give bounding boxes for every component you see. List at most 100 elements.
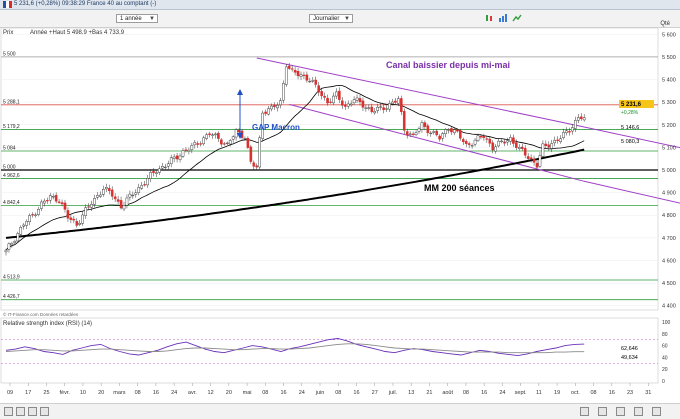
candle bbox=[131, 194, 135, 197]
candle bbox=[48, 195, 52, 201]
scroll-left-icon[interactable] bbox=[28, 407, 37, 416]
candle bbox=[264, 111, 267, 114]
candle bbox=[568, 131, 571, 133]
candle bbox=[479, 135, 483, 138]
candle bbox=[84, 207, 87, 216]
ticker-line: 5 231,6 (+0,28%) 09:38:29 France 40 au c… bbox=[14, 1, 157, 7]
candle bbox=[512, 137, 515, 144]
x-tick-label: 16 bbox=[609, 390, 615, 396]
bar-chart-icon[interactable] bbox=[498, 13, 508, 23]
fibonacci-icon[interactable] bbox=[616, 407, 625, 416]
candle bbox=[461, 139, 465, 143]
candle bbox=[122, 205, 126, 210]
scroll-right-icon[interactable] bbox=[40, 407, 49, 416]
y-tick-label: 4 500 bbox=[662, 281, 676, 287]
zoom-in-icon[interactable] bbox=[16, 407, 25, 416]
rsi-value-label: 62,646 bbox=[621, 346, 638, 352]
candle bbox=[158, 168, 161, 173]
x-tick-label: 08 bbox=[335, 390, 341, 396]
candle bbox=[373, 111, 377, 114]
chart-area[interactable]: Prix Année +Haut 5 498,9 +Bas 4 733,9 © … bbox=[0, 28, 680, 403]
candle bbox=[46, 200, 49, 202]
x-tick-label: 21 bbox=[426, 390, 432, 396]
candle bbox=[532, 158, 536, 163]
candle bbox=[456, 129, 459, 132]
candle bbox=[405, 131, 409, 136]
candle bbox=[4, 249, 8, 253]
candle bbox=[78, 223, 82, 225]
candle bbox=[51, 196, 55, 198]
candle bbox=[349, 103, 353, 106]
candle bbox=[402, 111, 406, 131]
y-tick-label: 4 800 bbox=[662, 213, 676, 219]
candle bbox=[473, 139, 477, 145]
candle bbox=[343, 104, 347, 107]
level-label: 4 842,4 bbox=[3, 200, 20, 206]
candle bbox=[326, 97, 329, 104]
x-tick-label: 20 bbox=[98, 390, 104, 396]
candle bbox=[311, 80, 315, 82]
candle bbox=[211, 134, 214, 136]
text-tool-icon[interactable] bbox=[598, 407, 607, 416]
draw-line-icon[interactable] bbox=[580, 407, 589, 416]
rsi-y-tick-label: 40 bbox=[662, 355, 668, 361]
candle bbox=[411, 133, 415, 135]
candle bbox=[382, 107, 385, 110]
x-tick-label: 10 bbox=[80, 390, 86, 396]
candle bbox=[464, 140, 468, 144]
x-tick-label: 16 bbox=[353, 390, 359, 396]
candle bbox=[538, 155, 542, 167]
candle bbox=[190, 145, 194, 150]
zoom-out-icon[interactable] bbox=[4, 407, 13, 416]
x-tick-label: mars bbox=[113, 390, 125, 396]
x-tick-label: févr. bbox=[60, 390, 71, 396]
candle bbox=[338, 90, 341, 100]
copyright-text: © IT-Finance.com Données retardées bbox=[3, 311, 79, 317]
candle bbox=[417, 128, 421, 132]
candle bbox=[329, 101, 332, 103]
x-tick-label: 08 bbox=[262, 390, 268, 396]
candle bbox=[562, 132, 565, 138]
candlestick-icon[interactable] bbox=[484, 13, 494, 23]
level-label: 4 962,6 bbox=[3, 173, 20, 179]
window-title-bar: 5 231,6 (+0,28%) 09:38:29 France 40 au c… bbox=[0, 0, 680, 10]
settings-icon[interactable] bbox=[634, 407, 643, 416]
candle bbox=[104, 187, 108, 190]
x-tick-label: 24 bbox=[499, 390, 505, 396]
candle bbox=[110, 189, 114, 197]
x-tick-label: 19 bbox=[554, 390, 560, 396]
x-tick-label: 31 bbox=[645, 390, 651, 396]
period-select[interactable]: 1 année ▼ bbox=[116, 14, 158, 23]
x-tick-label: 08 bbox=[135, 390, 141, 396]
candle bbox=[414, 132, 418, 135]
candle bbox=[119, 200, 123, 209]
candle bbox=[284, 66, 288, 85]
candle bbox=[22, 224, 26, 227]
candle bbox=[81, 214, 84, 224]
price-panel-header: Prix bbox=[3, 30, 13, 36]
candle bbox=[529, 157, 533, 160]
candle bbox=[287, 65, 291, 69]
candle bbox=[317, 85, 321, 93]
indicator-icon[interactable] bbox=[512, 13, 522, 23]
candle bbox=[228, 140, 232, 145]
candle bbox=[385, 108, 388, 110]
candle bbox=[75, 221, 79, 226]
print-icon[interactable] bbox=[652, 407, 661, 416]
candle bbox=[199, 143, 203, 145]
x-tick-label: 16 bbox=[280, 390, 286, 396]
candle bbox=[541, 143, 545, 157]
candle bbox=[246, 137, 250, 148]
candle bbox=[308, 80, 312, 83]
candle bbox=[559, 138, 562, 143]
interval-select[interactable]: Journalier ▼ bbox=[309, 14, 353, 23]
candle bbox=[447, 129, 450, 131]
price-panel bbox=[0, 28, 659, 311]
ma200-annotation: MM 200 séances bbox=[424, 183, 495, 193]
candle bbox=[116, 199, 120, 202]
candle bbox=[249, 146, 253, 162]
candle bbox=[574, 120, 577, 129]
candle bbox=[40, 201, 43, 209]
level-label: 4 426,7 bbox=[3, 294, 20, 300]
candle bbox=[184, 149, 188, 151]
